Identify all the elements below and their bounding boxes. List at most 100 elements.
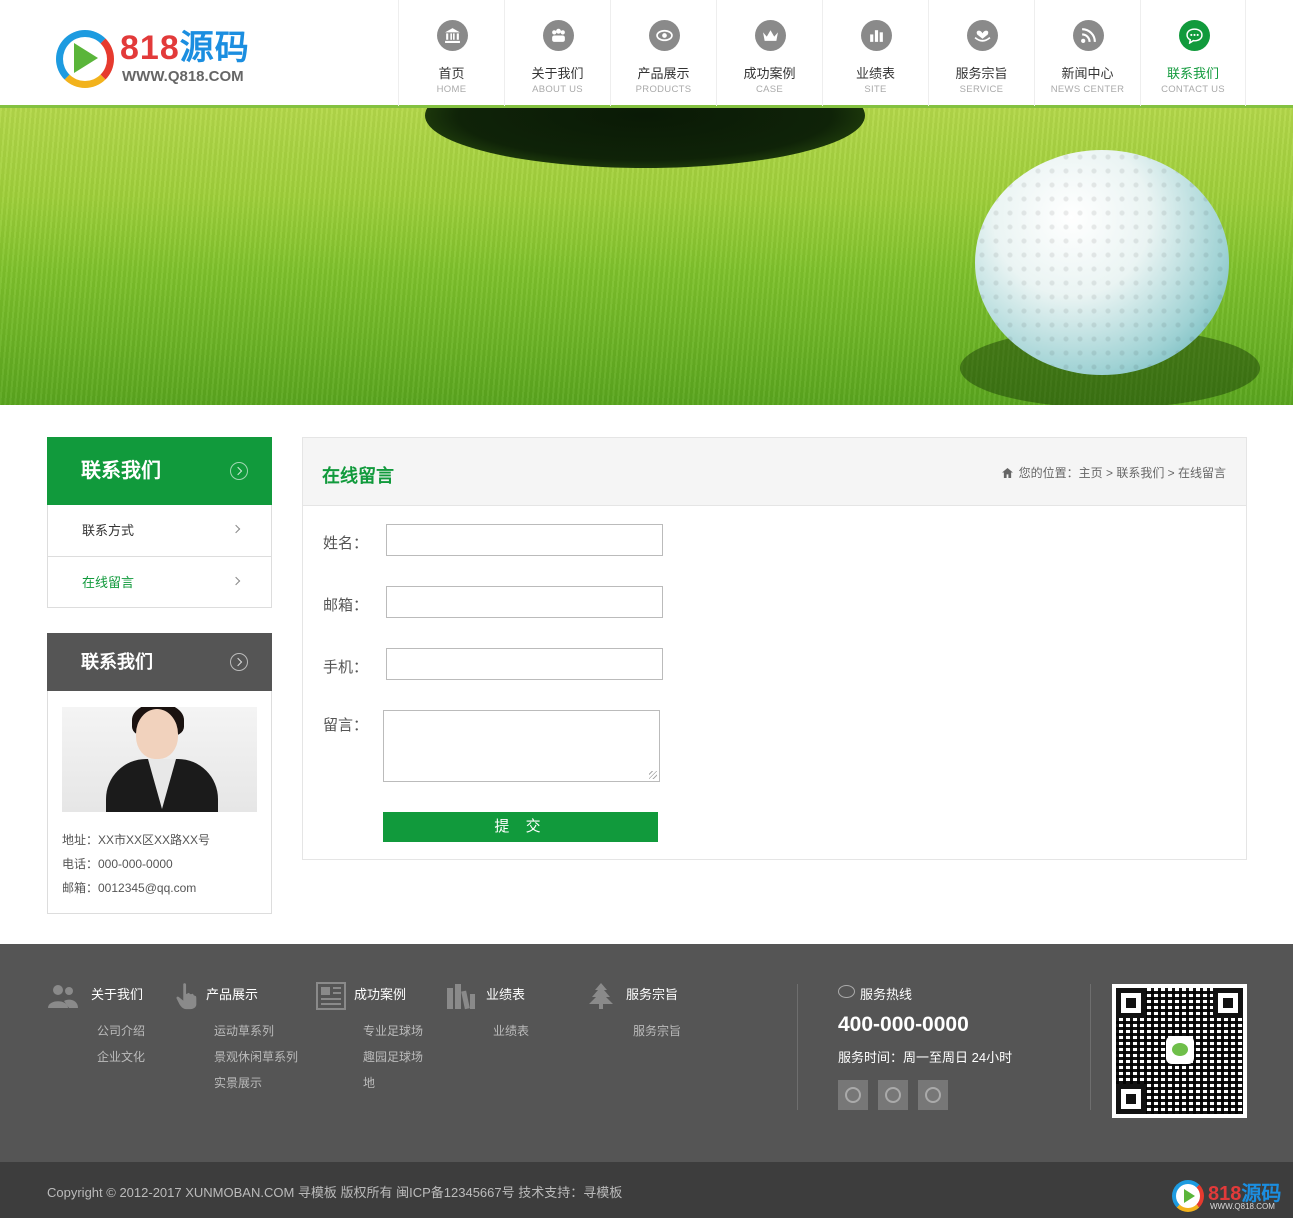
footer-link[interactable]: 专业足球场 [363,1018,423,1044]
sidebar-item-label: 在线留言 [82,575,135,590]
watermark-url: WWW.Q818.COM [1210,1202,1275,1211]
footer-col-case: 成功案例 专业足球场 趣园足球场 地 [316,982,423,1096]
nav-item-products[interactable]: 产品展示 PRODUCTS [610,0,716,106]
footer-link[interactable]: 公司介绍 [97,1018,145,1044]
weibo-icon[interactable] [878,1080,908,1110]
sidebar-menu: 联系我们 联系方式 在线留言 [47,437,272,608]
nav-item-news[interactable]: 新闻中心 NEWS CENTER [1034,0,1140,106]
heart-hands-icon [967,20,998,51]
submit-button[interactable]: 提 交 [383,812,658,842]
footer-links: 服务宗旨 [586,1018,681,1044]
nav-sublabel: SERVICE [959,84,1004,95]
hero-banner [0,108,1293,405]
footer-links: 专业足球场 趣园足球场 地 [316,1018,423,1096]
footer-link[interactable]: 运动草系列 [214,1018,298,1044]
hand-pointer-icon [176,983,197,1010]
nav-sublabel: NEWS CENTER [1050,84,1125,95]
nav-label: 产品展示 [637,66,690,81]
footer-col-service: 服务宗旨 服务宗旨 [586,983,681,1044]
footer-col-title[interactable]: 成功案例 [316,982,423,1010]
footer-link[interactable]: 企业文化 [97,1044,145,1070]
contact-card-title: 联系我们 [47,633,272,691]
tree-icon [589,983,613,1009]
footer-link[interactable]: 实景展示 [214,1070,298,1096]
nav-item-about[interactable]: 关于我们 ABOUT US [504,0,610,106]
site-header: 818源码 WWW.Q818.COM 首页 HOME 关于我们 ABOUT US… [0,0,1293,108]
nav-item-case[interactable]: 成功案例 CASE [716,0,822,106]
sidebar-title: 联系我们 [47,437,272,505]
circle-arrow-icon [230,462,248,480]
people-icon [48,985,78,1008]
wechat-icon[interactable] [838,1080,868,1110]
contact-card: 联系我们 地址：XX市XX区XX路XX号 电话：000-000-0000 邮箱：… [47,633,272,914]
nav-label: 首页 [438,66,465,81]
sidebar-list: 联系方式 在线留言 [47,505,272,608]
logo-url: WWW.Q818.COM [122,68,244,85]
crown-icon [755,20,786,51]
footer-col-products: 产品展示 运动草系列 景观休闲草系列 实景展示 [175,983,298,1096]
home-icon [1001,468,1013,478]
chart-icon [861,20,892,51]
footer-divider [797,984,798,1110]
nav-item-site[interactable]: 业绩表 SITE [822,0,928,106]
footer-link[interactable]: 业绩表 [493,1018,529,1044]
footer-link[interactable]: 趣园足球场 [363,1044,423,1070]
rss-icon [1073,20,1104,51]
nav-label: 联系我们 [1166,66,1219,81]
nav-sublabel: SITE [864,84,887,95]
nav-label: 业绩表 [855,66,895,81]
copyright-text: Copyright © 2012-2017 XUNMOBAN.COM 寻模板 版… [47,1185,623,1200]
wechat-logo-icon [1166,1036,1194,1064]
footer-col-title[interactable]: 产品展示 [175,983,298,1010]
service-time: 服务时间：周一至周日 24小时 [838,1050,1013,1065]
mobile-input[interactable] [386,648,663,680]
contact-address: 地址：XX市XX区XX路XX号 [62,833,211,847]
nav-item-service[interactable]: 服务宗旨 SERVICE [928,0,1034,106]
footer-divider [1090,984,1091,1110]
footer-col-about: 关于我们 公司介绍 企业文化 [47,984,145,1070]
customer-service-photo [62,707,257,812]
newspaper-icon [316,982,346,1010]
speech-bubble-icon [838,985,855,998]
nav-item-home[interactable]: 首页 HOME [398,0,504,106]
site-logo[interactable]: 818源码 WWW.Q818.COM [56,28,256,88]
nav-label: 新闻中心 [1061,66,1114,81]
nav-label: 关于我们 [531,66,584,81]
resize-grip-icon[interactable] [649,771,657,779]
nav-item-contact[interactable]: 联系我们 CONTACT US [1140,0,1246,106]
hotline-number[interactable]: 400-000-0000 [838,1013,1012,1037]
email-label: 邮箱： [323,597,369,614]
panel-header: 在线留言 您的位置：主页 > 联系我们 > 在线留言 [303,438,1246,506]
footer-col-title[interactable]: 服务宗旨 [586,983,681,1009]
chevron-right-icon [231,524,241,534]
name-input[interactable] [386,524,663,556]
books-icon [447,984,475,1010]
sidebar-item-contact-info[interactable]: 联系方式 [48,505,271,556]
email-input[interactable] [386,586,663,618]
message-textarea[interactable] [383,710,660,782]
footer-col-title[interactable]: 业绩表 [446,984,529,1010]
sidebar-item-label: 联系方式 [82,523,135,538]
footer-link[interactable]: 景观休闲草系列 [214,1044,298,1070]
tencent-weibo-icon[interactable] [918,1080,948,1110]
contact-email: 邮箱：0012345@qq.com [62,881,197,895]
footer-link[interactable]: 地 [363,1070,423,1096]
copyright-bar: Copyright © 2012-2017 XUNMOBAN.COM 寻模板 版… [0,1162,1293,1218]
watermark-logo: 818源码 WWW.Q818.COM [1172,1177,1287,1215]
nav-sublabel: PRODUCTS [635,84,692,95]
mobile-label: 手机： [323,659,369,676]
footer-link[interactable]: 服务宗旨 [633,1018,681,1044]
footer-col-title[interactable]: 关于我们 [47,984,145,1008]
sidebar-item-online-message[interactable]: 在线留言 [48,556,271,607]
hotline-label: 服务热线 [838,984,1012,1003]
main-nav: 首页 HOME 关于我们 ABOUT US 产品展示 PRODUCTS 成功案例… [398,0,1246,106]
circle-arrow-icon [230,653,248,671]
nav-label: 成功案例 [743,66,796,81]
logo-play-icon [74,43,98,73]
eye-icon [649,20,680,51]
bank-icon [437,20,468,51]
wechat-qr-code [1112,984,1247,1118]
nav-sublabel: CASE [755,84,784,95]
footer-links: 运动草系列 景观休闲草系列 实景展示 [175,1018,298,1096]
banner-golf-ball [975,150,1229,375]
